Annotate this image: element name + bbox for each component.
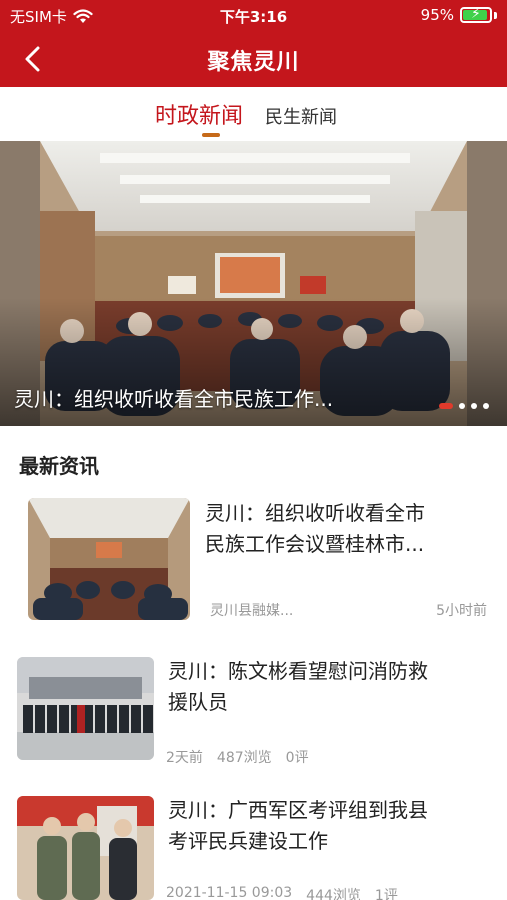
section-title: 最新资讯: [19, 454, 99, 478]
page-title: 聚焦灵川: [207, 50, 300, 75]
tab-livelihood[interactable]: 民生新闻: [265, 103, 337, 129]
tab-current-affairs[interactable]: 时政新闻: [155, 98, 243, 130]
carousel-dot[interactable]: [459, 403, 465, 409]
news-title-line: 考评民兵建设工作: [168, 829, 328, 853]
banner-carousel[interactable]: 灵川：组织收听收看全市民族工作...: [0, 141, 507, 426]
battery-percent: 95%: [420, 6, 454, 24]
status-right: 95% ⚡: [421, 6, 497, 24]
app-header: 无SIM卡 下午3:16 95% ⚡ 聚焦灵川: [0, 0, 507, 87]
tab-indicator: [202, 133, 220, 137]
tab-bar: 时政新闻 民生新闻: [0, 87, 507, 141]
news-time: 2天前: [166, 750, 203, 766]
news-meta: 2021-11-15 09:03 444浏览 1评: [166, 885, 398, 900]
news-title-line: 灵川：广西军区考评组到我县: [168, 798, 428, 822]
carousel-dot[interactable]: [483, 403, 489, 409]
news-title: 灵川：陈文彬看望慰问消防救 援队员: [168, 656, 493, 718]
carousel-dot-active[interactable]: [439, 403, 453, 409]
news-title-line: 援队员: [168, 690, 228, 714]
news-thumbnail: [17, 796, 154, 900]
news-views: 444浏览: [306, 888, 361, 900]
news-title: 灵川：组织收听收看全市 民族工作会议暨桂林市...: [205, 498, 495, 560]
news-title: 灵川：广西军区考评组到我县 考评民兵建设工作: [168, 795, 493, 857]
news-thumbnail: [28, 498, 190, 620]
news-item[interactable]: 灵川：组织收听收看全市 民族工作会议暨桂林市... 灵川县融媒... 5小时前: [0, 490, 507, 630]
nav-bar: 聚焦灵川: [0, 32, 507, 87]
carousel-dot[interactable]: [471, 403, 477, 409]
news-thumbnail: [17, 657, 154, 760]
news-item[interactable]: 灵川：陈文彬看望慰问消防救 援队员 2天前 487浏览 0评: [0, 650, 507, 775]
news-views: 487浏览: [216, 750, 272, 766]
banner-caption: 灵川：组织收听收看全市民族工作...: [14, 387, 334, 411]
news-time: 5小时前: [436, 603, 487, 619]
news-title-line: 灵川：陈文彬看望慰问消防救: [168, 659, 428, 683]
battery-tip: [494, 11, 497, 19]
battery-icon: ⚡: [460, 6, 492, 23]
news-title-line: 民族工作会议暨桂林市...: [205, 532, 425, 556]
news-item[interactable]: 灵川：广西军区考评组到我县 考评民兵建设工作 2021-11-15 09:03 …: [0, 790, 507, 900]
status-bar: 无SIM卡 下午3:16 95% ⚡: [0, 0, 507, 32]
news-time: 2021-11-15 09:03: [166, 885, 293, 900]
news-meta: 2天前 487浏览 0评: [166, 747, 309, 767]
news-title-line: 灵川：组织收听收看全市: [205, 501, 425, 525]
news-source: 灵川县融媒...: [210, 603, 294, 619]
carousel-dots: [439, 403, 489, 409]
news-comments: 0评: [285, 750, 309, 766]
news-comments: 1评: [374, 888, 398, 900]
